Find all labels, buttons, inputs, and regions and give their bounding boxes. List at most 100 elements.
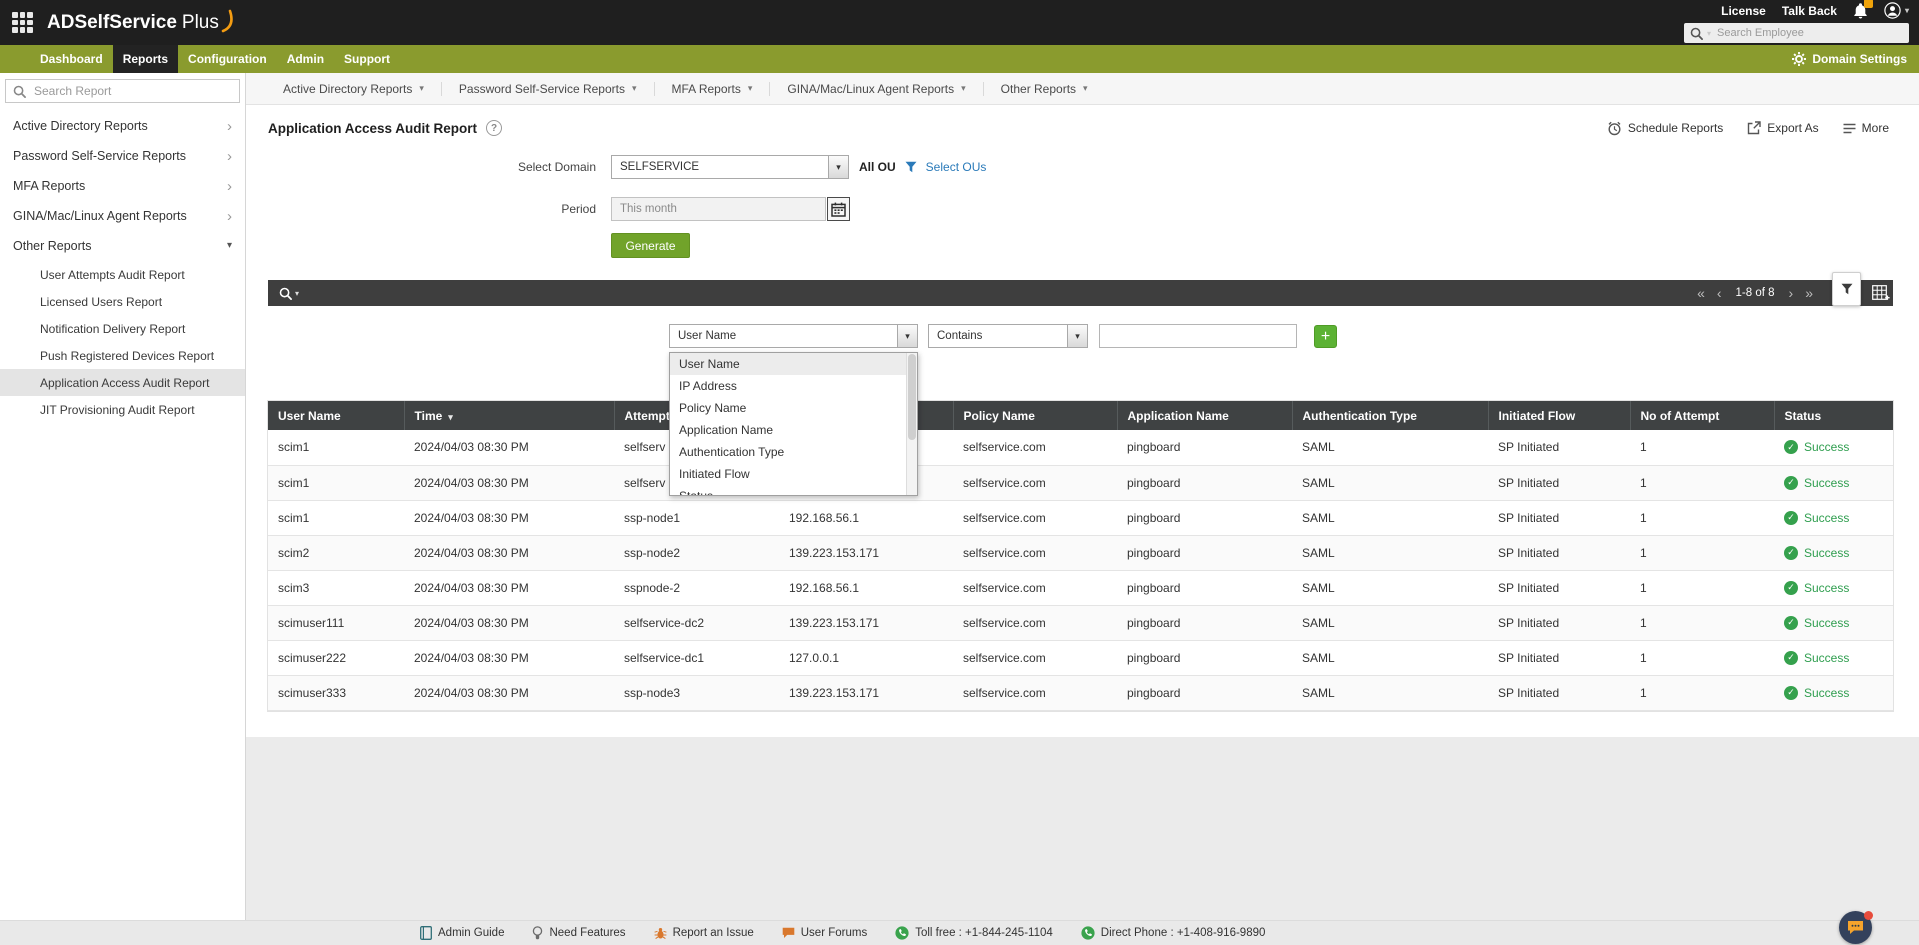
nav-tab-dashboard[interactable]: Dashboard bbox=[30, 45, 113, 73]
search-icon bbox=[1690, 27, 1703, 40]
sidebar-section-active-directory-reports[interactable]: Active Directory Reports › bbox=[0, 111, 245, 141]
add-filter-button[interactable]: + bbox=[1314, 325, 1337, 348]
sidebar-item-licensed-users-report[interactable]: Licensed Users Report bbox=[0, 288, 245, 315]
notifications-button[interactable] bbox=[1853, 0, 1873, 19]
column-header-status[interactable]: Status bbox=[1773, 401, 1893, 430]
more-button[interactable]: More bbox=[1843, 121, 1889, 135]
column-header-user-name[interactable]: User Name bbox=[268, 401, 404, 430]
apps-grid-icon[interactable] bbox=[12, 12, 33, 33]
employee-search[interactable]: ▾ bbox=[1684, 23, 1909, 43]
cell-authentication-type: SAML bbox=[1292, 430, 1488, 466]
status-badge: ✓ Success bbox=[1784, 475, 1893, 490]
sidebar-item-jit-provisioning-audit-report[interactable]: JIT Provisioning Audit Report bbox=[0, 396, 245, 423]
report-menu-password-self-service-reports[interactable]: Password Self-Service Reports ▾ bbox=[442, 81, 655, 96]
sidebar-item-user-attempts-audit-report[interactable]: User Attempts Audit Report bbox=[0, 261, 245, 288]
report-menu-gina-mac-linux-agent-reports[interactable]: GINA/Mac/Linux Agent Reports ▾ bbox=[770, 81, 984, 96]
search-icon bbox=[279, 287, 292, 300]
column-header-application-name[interactable]: Application Name bbox=[1116, 401, 1292, 430]
talk-back-link[interactable]: Talk Back bbox=[1782, 4, 1837, 18]
dropdown-option-ip-address[interactable]: IP Address bbox=[670, 375, 917, 397]
toll-free-1-844-245-1104-link[interactable]: Toll free : +1-844-245-1104 bbox=[895, 926, 1053, 940]
column-header-no-of-attempt[interactable]: No of Attempt bbox=[1629, 401, 1774, 430]
export-as-button[interactable]: Export As bbox=[1747, 121, 1819, 135]
column-header-time[interactable]: Time ▾ bbox=[403, 401, 614, 430]
sidebar-section-mfa-reports[interactable]: MFA Reports › bbox=[0, 171, 245, 201]
generate-button[interactable]: Generate bbox=[611, 233, 690, 258]
report-an-issue-link[interactable]: Report an Issue bbox=[654, 927, 754, 940]
need-features-link[interactable]: Need Features bbox=[532, 926, 626, 940]
report-menu-label: Password Self-Service Reports bbox=[458, 81, 625, 96]
report-menu-active-directory-reports[interactable]: Active Directory Reports ▾ bbox=[266, 81, 442, 96]
dropdown-scrollbar-thumb[interactable] bbox=[908, 354, 916, 440]
page-last-button[interactable]: » bbox=[1805, 286, 1813, 300]
chat-widget-button[interactable] bbox=[1839, 911, 1873, 944]
page-next-button[interactable]: › bbox=[1789, 286, 1794, 300]
domain-settings-button[interactable]: Domain Settings bbox=[1792, 45, 1907, 73]
nav-tab-configuration[interactable]: Configuration bbox=[178, 45, 277, 73]
cell-application-name: pingboard bbox=[1117, 465, 1292, 501]
dropdown-scrollbar[interactable] bbox=[906, 353, 917, 495]
status-badge: ✓ Success bbox=[1784, 615, 1893, 630]
direct-phone-1-408-916-9890-link[interactable]: Direct Phone : +1-408-916-9890 bbox=[1081, 926, 1265, 940]
chevron-down-icon: ▾ bbox=[1067, 325, 1087, 347]
status-label: Success bbox=[1804, 510, 1850, 525]
column-chooser-button[interactable] bbox=[1872, 285, 1890, 301]
dropdown-option-user-name[interactable]: User Name bbox=[670, 353, 917, 375]
filter-toggle-button[interactable] bbox=[1832, 272, 1861, 306]
domain-select[interactable]: SELFSERVICE ▾ bbox=[611, 155, 849, 179]
schedule-reports-button[interactable]: Schedule Reports bbox=[1607, 121, 1723, 136]
column-header-authentication-type[interactable]: Authentication Type bbox=[1291, 401, 1488, 430]
report-menu-label: GINA/Mac/Linux Agent Reports bbox=[787, 81, 955, 96]
sidebar-section-other-reports[interactable]: Other Reports ▾ bbox=[0, 231, 245, 261]
employee-search-input[interactable] bbox=[1715, 26, 1903, 40]
dropdown-option-application-name[interactable]: Application Name bbox=[670, 419, 917, 441]
table-search-button[interactable]: ▾ bbox=[279, 287, 299, 300]
select-ous-link[interactable]: Select OUs bbox=[926, 160, 987, 174]
filter-operator-select[interactable]: Contains ▾ bbox=[928, 324, 1088, 348]
sidebar-section-gina-mac-linux-agent-reports[interactable]: GINA/Mac/Linux Agent Reports › bbox=[0, 201, 245, 231]
cell-time: 2024/04/03 08:30 PM bbox=[404, 605, 614, 641]
dropdown-option-policy-name[interactable]: Policy Name bbox=[670, 397, 917, 419]
cell-initiated-flow: SP Initiated bbox=[1488, 430, 1630, 466]
nav-tab-reports[interactable]: Reports bbox=[112, 45, 179, 73]
sidebar-section-password-self-service-reports[interactable]: Password Self-Service Reports › bbox=[0, 141, 245, 171]
report-search[interactable] bbox=[5, 79, 240, 103]
cell-authentication-type: SAML bbox=[1292, 500, 1488, 536]
sidebar-item-push-registered-devices-report[interactable]: Push Registered Devices Report bbox=[0, 342, 245, 369]
sidebar-item-application-access-audit-report[interactable]: Application Access Audit Report bbox=[0, 369, 245, 396]
phone-icon bbox=[895, 926, 909, 940]
nav-tab-support[interactable]: Support bbox=[334, 45, 400, 73]
table-row: scimuser111 2024/04/03 08:30 PM selfservic… bbox=[268, 605, 1893, 641]
report-search-input[interactable] bbox=[32, 83, 232, 99]
nav-tab-admin[interactable]: Admin bbox=[277, 45, 334, 73]
page-prev-button[interactable]: ‹ bbox=[1717, 286, 1722, 300]
cell-attempted-from: sspnode-2 bbox=[614, 570, 779, 606]
user-forums-link[interactable]: User Forums bbox=[782, 927, 867, 939]
cell-ip-address: 192.168.56.1 bbox=[779, 500, 953, 536]
column-header-policy-name[interactable]: Policy Name bbox=[952, 401, 1117, 430]
admin-guide-link[interactable]: Admin Guide bbox=[420, 926, 504, 940]
cell-application-name: pingboard bbox=[1117, 535, 1292, 571]
calendar-button[interactable] bbox=[827, 197, 850, 221]
ou-filter-icon[interactable] bbox=[905, 161, 917, 173]
column-header-initiated-flow[interactable]: Initiated Flow bbox=[1487, 401, 1630, 430]
page-first-button[interactable]: « bbox=[1697, 286, 1705, 300]
notification-badge bbox=[1863, 0, 1873, 8]
license-link[interactable]: License bbox=[1721, 4, 1766, 18]
report-menu-other-reports[interactable]: Other Reports ▾ bbox=[984, 82, 1105, 96]
dropdown-option-status[interactable]: Status bbox=[670, 485, 917, 495]
help-icon[interactable]: ? bbox=[486, 120, 503, 136]
dropdown-option-initiated-flow[interactable]: Initiated Flow bbox=[670, 463, 917, 485]
user-menu-button[interactable]: ▾ bbox=[1884, 2, 1909, 19]
dropdown-option-authentication-type[interactable]: Authentication Type bbox=[670, 441, 917, 463]
chevron-down-icon: ▾ bbox=[961, 83, 966, 93]
period-input[interactable] bbox=[611, 197, 826, 221]
filter-value-input[interactable] bbox=[1099, 324, 1297, 348]
chevron-right-icon: › bbox=[227, 207, 232, 225]
cell-policy-name: selfservice.com bbox=[953, 500, 1117, 536]
cell-ip-address: 139.223.153.171 bbox=[779, 535, 953, 571]
report-menu-mfa-reports[interactable]: MFA Reports ▾ bbox=[655, 81, 771, 96]
filter-column-select[interactable]: User Name ▾ bbox=[669, 324, 918, 348]
sidebar-item-notification-delivery-report[interactable]: Notification Delivery Report bbox=[0, 315, 245, 342]
more-icon bbox=[1843, 123, 1856, 134]
